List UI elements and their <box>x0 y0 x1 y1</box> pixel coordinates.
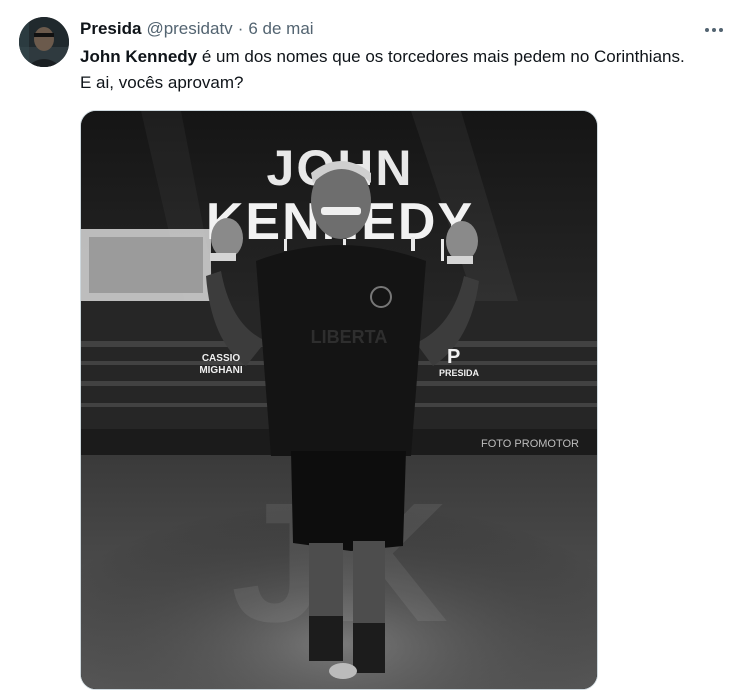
mention-name: John Kennedy <box>80 47 198 66</box>
svg-text:P: P <box>447 346 460 368</box>
separator-dot: · <box>237 19 244 38</box>
tweet-article[interactable]: Presida @presidatv · 6 de mai John Kenne… <box>0 0 739 690</box>
shirt-sponsor: LIBERTA <box>311 327 388 347</box>
more-horizontal-icon[interactable] <box>700 16 728 44</box>
left-logo-badge: CASSIO MIGHANI <box>199 353 243 376</box>
tweet-header: Presida @presidatv · 6 de mai <box>80 19 314 41</box>
display-name[interactable]: Presida <box>80 19 141 39</box>
player-photo: FOTO PROMOTOR JK JOHN KENNEDY <box>81 111 597 689</box>
user-handle[interactable]: @presidatv <box>146 19 232 39</box>
tweet-media-image[interactable]: FOTO PROMOTOR JK JOHN KENNEDY <box>80 110 598 690</box>
tweet-text: John Kennedy é um dos nomes que os torce… <box>80 44 700 96</box>
left-badge-line1: CASSIO <box>202 353 241 364</box>
avatar[interactable] <box>19 17 69 67</box>
timestamp[interactable]: 6 de mai <box>248 19 313 39</box>
left-badge-line2: MIGHANI <box>199 365 243 376</box>
ad-board-text: FOTO PROMOTOR <box>481 438 579 450</box>
right-badge-text: PRESIDA <box>439 368 480 378</box>
